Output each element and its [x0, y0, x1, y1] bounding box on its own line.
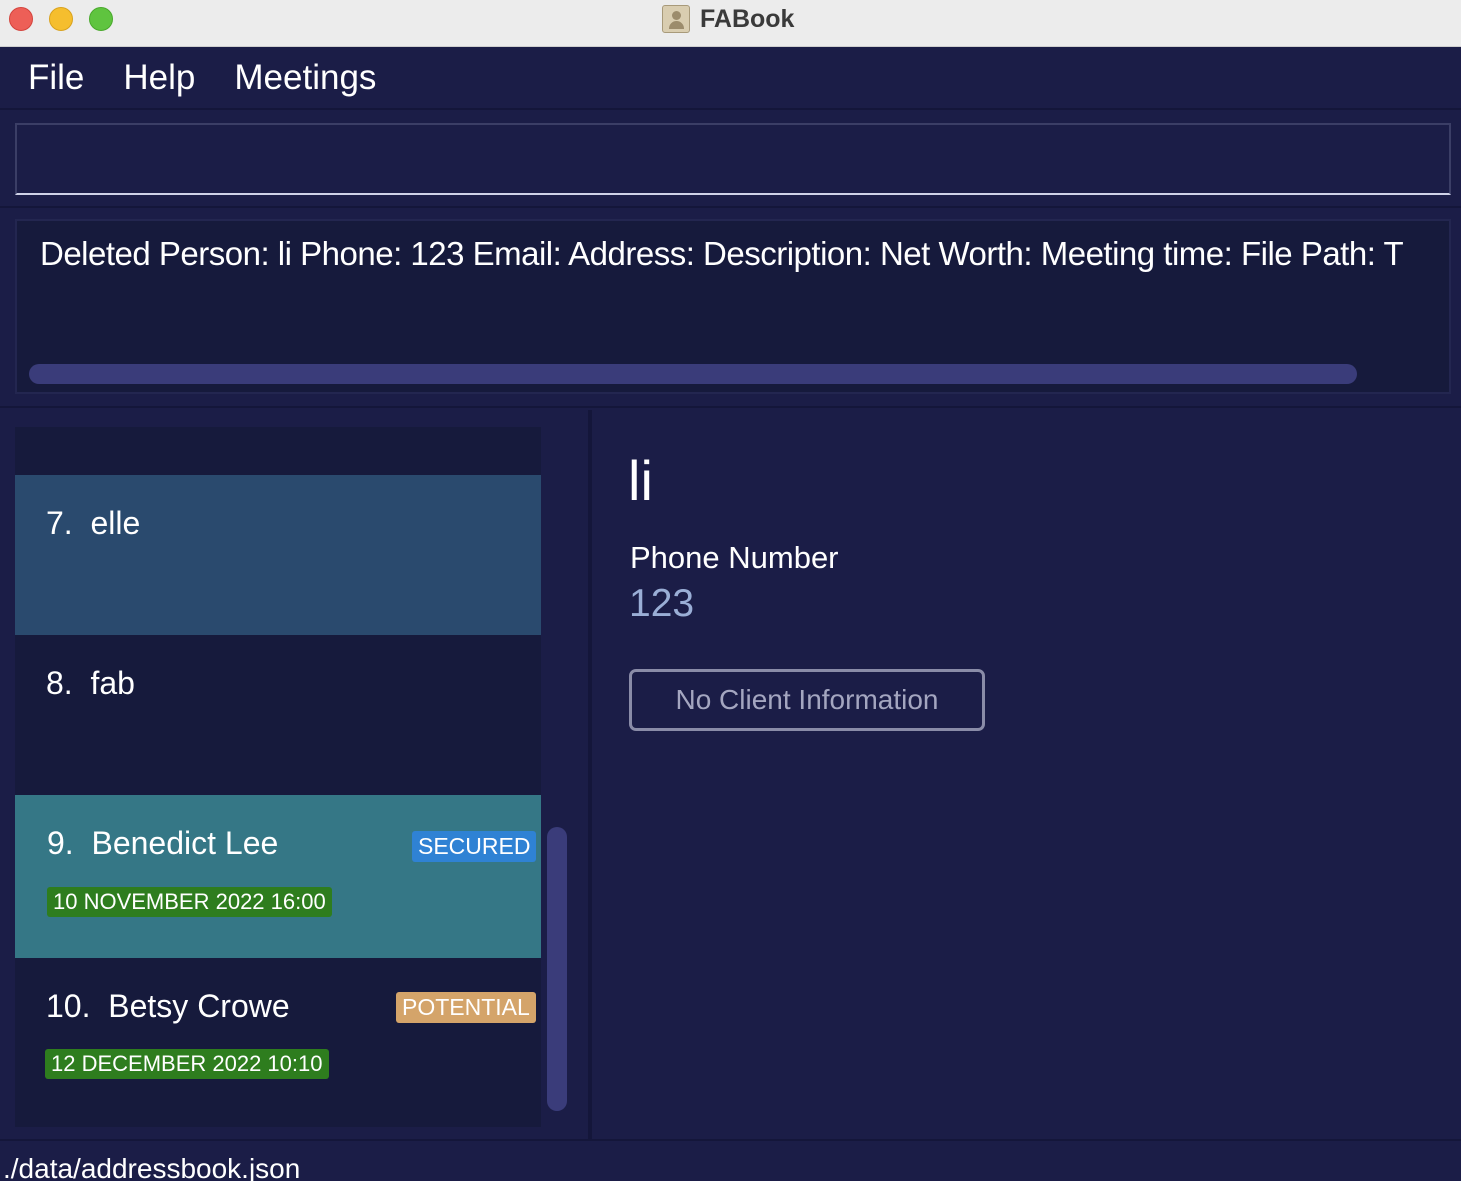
phone-number-value: 123 — [629, 582, 695, 625]
person-index: 10. — [46, 988, 91, 1024]
person-name: elle — [90, 505, 141, 541]
result-message: Deleted Person: li Phone: 123 Email: Add… — [40, 235, 1404, 272]
person-card-name: 9. Benedict Lee — [47, 825, 278, 862]
result-display[interactable]: Deleted Person: li Phone: 123 Email: Add… — [15, 219, 1451, 394]
person-card-name: 8. fab — [46, 665, 135, 702]
menu-meetings[interactable]: Meetings — [214, 58, 395, 98]
window-title: FABook — [662, 4, 794, 34]
person-card-7[interactable]: 7. elle — [15, 475, 541, 635]
horizontal-scrollbar[interactable] — [29, 364, 1357, 384]
close-window-button[interactable] — [9, 7, 33, 31]
menu-file[interactable]: File — [8, 58, 103, 98]
minimize-window-button[interactable] — [49, 7, 73, 31]
person-list[interactable]: 7. elle 8. fab 9. Benedict Lee SECURED 1… — [15, 427, 541, 1127]
person-card-name: 10. Betsy Crowe — [46, 988, 290, 1025]
result-display-area: Deleted Person: li Phone: 123 Email: Add… — [0, 210, 1461, 408]
window-titlebar: FABook — [0, 0, 1461, 47]
no-client-information-button[interactable]: No Client Information — [629, 669, 985, 731]
detail-person-name: li — [628, 449, 653, 512]
address-book-icon — [662, 5, 690, 33]
person-detail-panel: li Phone Number 123 No Client Informatio… — [596, 410, 1461, 1139]
person-index: 9. — [47, 825, 74, 861]
person-list-panel: 7. elle 8. fab 9. Benedict Lee SECURED 1… — [0, 410, 592, 1139]
person-card-10[interactable]: 10. Betsy Crowe POTENTIAL 12 DECEMBER 20… — [15, 958, 541, 1127]
status-bar: ./data/addressbook.json — [0, 1139, 1461, 1181]
person-card-name: 7. elle — [46, 505, 140, 542]
menu-help[interactable]: Help — [103, 58, 214, 98]
window-title-text: FABook — [700, 4, 795, 33]
person-card-9[interactable]: 9. Benedict Lee SECURED 10 NOVEMBER 2022… — [15, 795, 541, 958]
status-badge-secured: SECURED — [412, 831, 537, 862]
command-box-area — [0, 112, 1461, 208]
person-name: fab — [90, 665, 135, 701]
phone-number-label: Phone Number — [630, 540, 839, 575]
vertical-scrollbar[interactable] — [547, 827, 567, 1111]
save-file-path: ./data/addressbook.json — [3, 1153, 301, 1181]
status-badge-potential: POTENTIAL — [396, 992, 536, 1023]
person-card-8[interactable]: 8. fab — [15, 635, 541, 795]
person-index: 7. — [46, 505, 73, 541]
person-name: Benedict Lee — [91, 825, 279, 861]
person-name: Betsy Crowe — [108, 988, 290, 1024]
meeting-date-badge: 12 DECEMBER 2022 10:10 — [45, 1049, 329, 1079]
command-input[interactable] — [15, 123, 1451, 195]
person-index: 8. — [46, 665, 73, 701]
maximize-window-button[interactable] — [89, 7, 113, 31]
meeting-date-badge: 10 NOVEMBER 2022 16:00 — [47, 887, 332, 917]
menu-bar: File Help Meetings — [0, 48, 1461, 110]
